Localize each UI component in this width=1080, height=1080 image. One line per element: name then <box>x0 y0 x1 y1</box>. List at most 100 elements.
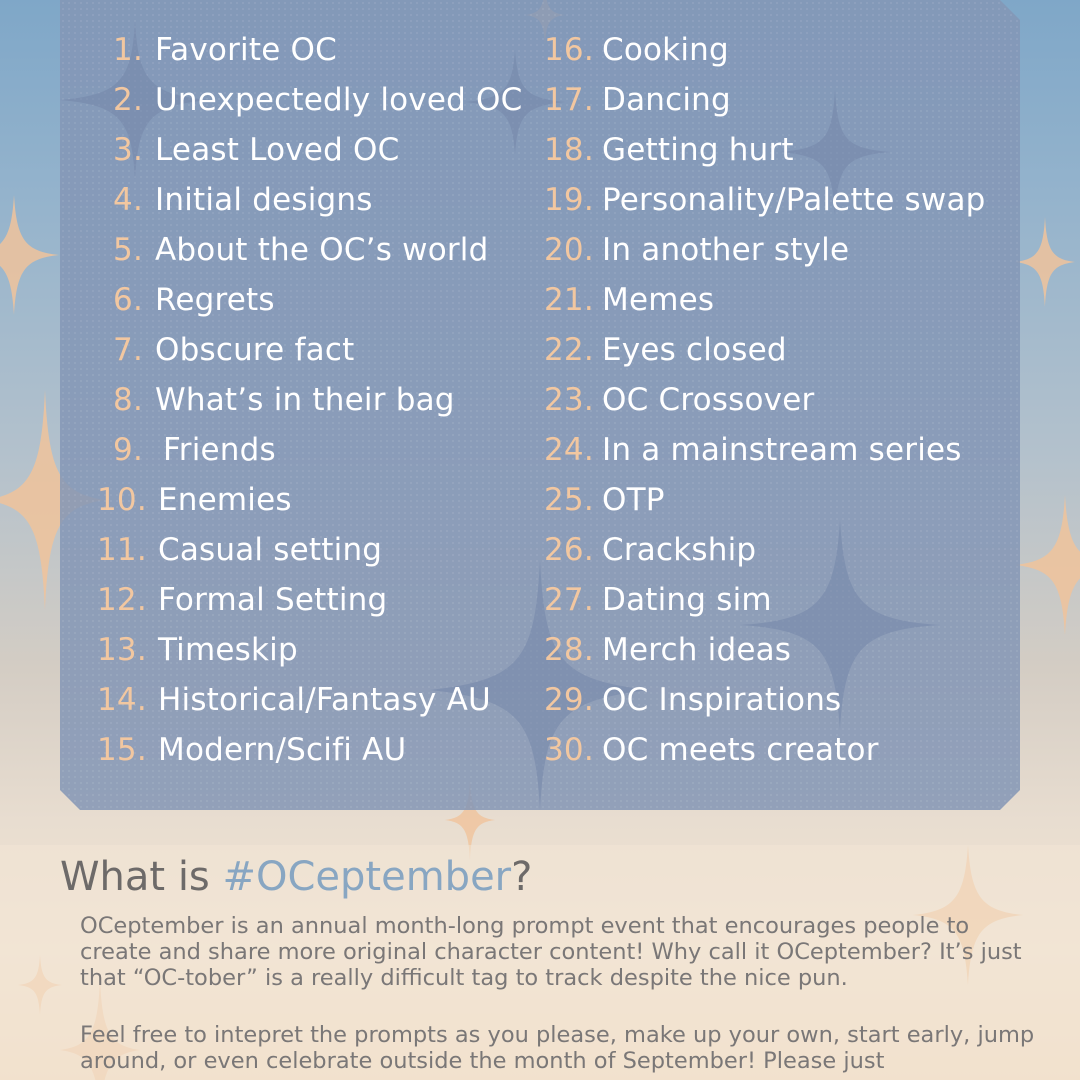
prompt-item: 18. Getting hurt <box>544 125 986 175</box>
prompt-text: What’s in their bag <box>155 382 455 418</box>
prompt-number: 9. <box>113 432 143 468</box>
prompt-number: 17. <box>544 82 594 118</box>
prompt-text: OTP <box>602 482 665 518</box>
prompt-number: 15. <box>97 732 147 768</box>
prompt-number: 22. <box>544 332 594 368</box>
prompt-text: Merch ideas <box>602 632 792 668</box>
prompt-text: Cooking <box>602 32 729 68</box>
prompt-item: 17. Dancing <box>544 75 986 125</box>
prompt-item: 10. Enemies <box>97 475 523 525</box>
prompt-item: 14. Historical/Fantasy AU <box>97 675 523 725</box>
prompt-item: 6. Regrets <box>97 275 523 325</box>
prompt-number: 29. <box>544 682 594 718</box>
info-paragraph-1: OCeptember is an annual month-long promp… <box>80 913 1022 991</box>
prompt-text: Eyes closed <box>602 332 787 368</box>
prompt-text: Formal Setting <box>158 582 388 618</box>
prompt-item: 25. OTP <box>544 475 986 525</box>
prompt-number: 23. <box>544 382 594 418</box>
prompt-item: 22. Eyes closed <box>544 325 986 375</box>
prompt-item: 20. In another style <box>544 225 986 275</box>
prompt-text: About the OC’s world <box>155 232 489 268</box>
prompt-text: Memes <box>602 282 715 318</box>
prompt-text: Favorite OC <box>155 32 337 68</box>
prompt-text: OC meets creator <box>602 732 879 768</box>
prompt-column-right: 16. Cooking 17. Dancing 18. Getting hurt 19… <box>544 25 986 775</box>
prompt-number: 27. <box>544 582 594 618</box>
prompt-text: Unexpectedly loved OC <box>155 82 523 118</box>
prompt-item: 11. Casual setting <box>97 525 523 575</box>
prompt-column-left: 1. Favorite OC 2. Unexpectedly loved OC 3.… <box>97 25 523 775</box>
prompt-text: OC Inspirations <box>602 682 842 718</box>
info-title: What is #OCeptember? <box>60 854 532 900</box>
prompt-text: Getting hurt <box>602 132 794 168</box>
sparkle-star-icon <box>1015 495 1080 635</box>
info-paragraph-2: Feel free to intepret the prompts as you… <box>80 1022 1035 1074</box>
prompt-number: 18. <box>544 132 594 168</box>
prompt-item: 3. Least Loved OC <box>97 125 523 175</box>
prompt-number: 6. <box>113 282 143 318</box>
prompt-number: 1. <box>113 32 143 68</box>
prompt-text: Timeskip <box>158 632 298 668</box>
prompt-item: 15. Modern/Scifi AU <box>97 725 523 775</box>
prompt-number: 10. <box>97 482 147 518</box>
prompt-text: Historical/Fantasy AU <box>158 682 491 718</box>
prompt-item: 8. What’s in their bag <box>97 375 523 425</box>
prompt-item: 2. Unexpectedly loved OC <box>97 75 523 125</box>
prompt-item: 13. Timeskip <box>97 625 523 675</box>
prompt-number: 16. <box>544 32 594 68</box>
prompt-text: In another style <box>602 232 850 268</box>
prompt-number: 7. <box>113 332 143 368</box>
prompt-text: In a mainstream series <box>602 432 962 468</box>
prompt-number: 3. <box>113 132 143 168</box>
prompt-item: 12. Formal Setting <box>97 575 523 625</box>
prompt-item: 9. Friends <box>97 425 523 475</box>
prompt-item: 4. Initial designs <box>97 175 523 225</box>
info-title-suffix: ? <box>511 854 533 900</box>
prompt-text: Crackship <box>602 532 757 568</box>
prompt-number: 4. <box>113 182 143 218</box>
prompt-number: 11. <box>97 532 147 568</box>
prompt-text: Dating sim <box>602 582 772 618</box>
prompt-item: 16. Cooking <box>544 25 986 75</box>
sparkle-star-icon <box>0 195 59 315</box>
prompt-number: 5. <box>113 232 143 268</box>
prompt-text: Friends <box>163 432 276 468</box>
prompt-number: 24. <box>544 432 594 468</box>
prompt-text: Regrets <box>155 282 275 318</box>
prompt-text: Enemies <box>158 482 292 518</box>
prompt-item: 5. About the OC’s world <box>97 225 523 275</box>
prompt-item: 23. OC Crossover <box>544 375 986 425</box>
prompt-number: 8. <box>113 382 143 418</box>
prompt-number: 20. <box>544 232 594 268</box>
prompt-number: 14. <box>97 682 147 718</box>
prompt-number: 26. <box>544 532 594 568</box>
prompt-number: 13. <box>97 632 147 668</box>
prompt-item: 19. Personality/Palette swap <box>544 175 986 225</box>
prompt-number: 2. <box>113 82 143 118</box>
prompt-text: Initial designs <box>155 182 373 218</box>
hashtag-link[interactable]: #OCeptember <box>222 854 511 900</box>
prompt-item: 24. In a mainstream series <box>544 425 986 475</box>
prompt-number: 19. <box>544 182 594 218</box>
prompt-text: Obscure fact <box>155 332 355 368</box>
prompt-number: 28. <box>544 632 594 668</box>
prompt-text: OC Crossover <box>602 382 815 418</box>
prompt-item: 7. Obscure fact <box>97 325 523 375</box>
prompt-number: 25. <box>544 482 594 518</box>
prompt-number: 21. <box>544 282 594 318</box>
prompt-item: 29. OC Inspirations <box>544 675 986 725</box>
sparkle-star-icon <box>1015 217 1075 307</box>
prompt-item: 28. Merch ideas <box>544 625 986 675</box>
prompt-text: Personality/Palette swap <box>602 182 986 218</box>
prompt-item: 27. Dating sim <box>544 575 986 625</box>
prompt-number: 30. <box>544 732 594 768</box>
prompt-text: Dancing <box>602 82 731 118</box>
info-title-prefix: What is <box>60 854 223 900</box>
prompt-item: 26. Crackship <box>544 525 986 575</box>
prompt-item: 21. Memes <box>544 275 986 325</box>
prompt-text: Modern/Scifi AU <box>158 732 407 768</box>
prompt-item: 1. Favorite OC <box>97 25 523 75</box>
prompt-item: 30. OC meets creator <box>544 725 986 775</box>
prompt-text: Least Loved OC <box>155 132 400 168</box>
prompt-text: Casual setting <box>158 532 383 568</box>
